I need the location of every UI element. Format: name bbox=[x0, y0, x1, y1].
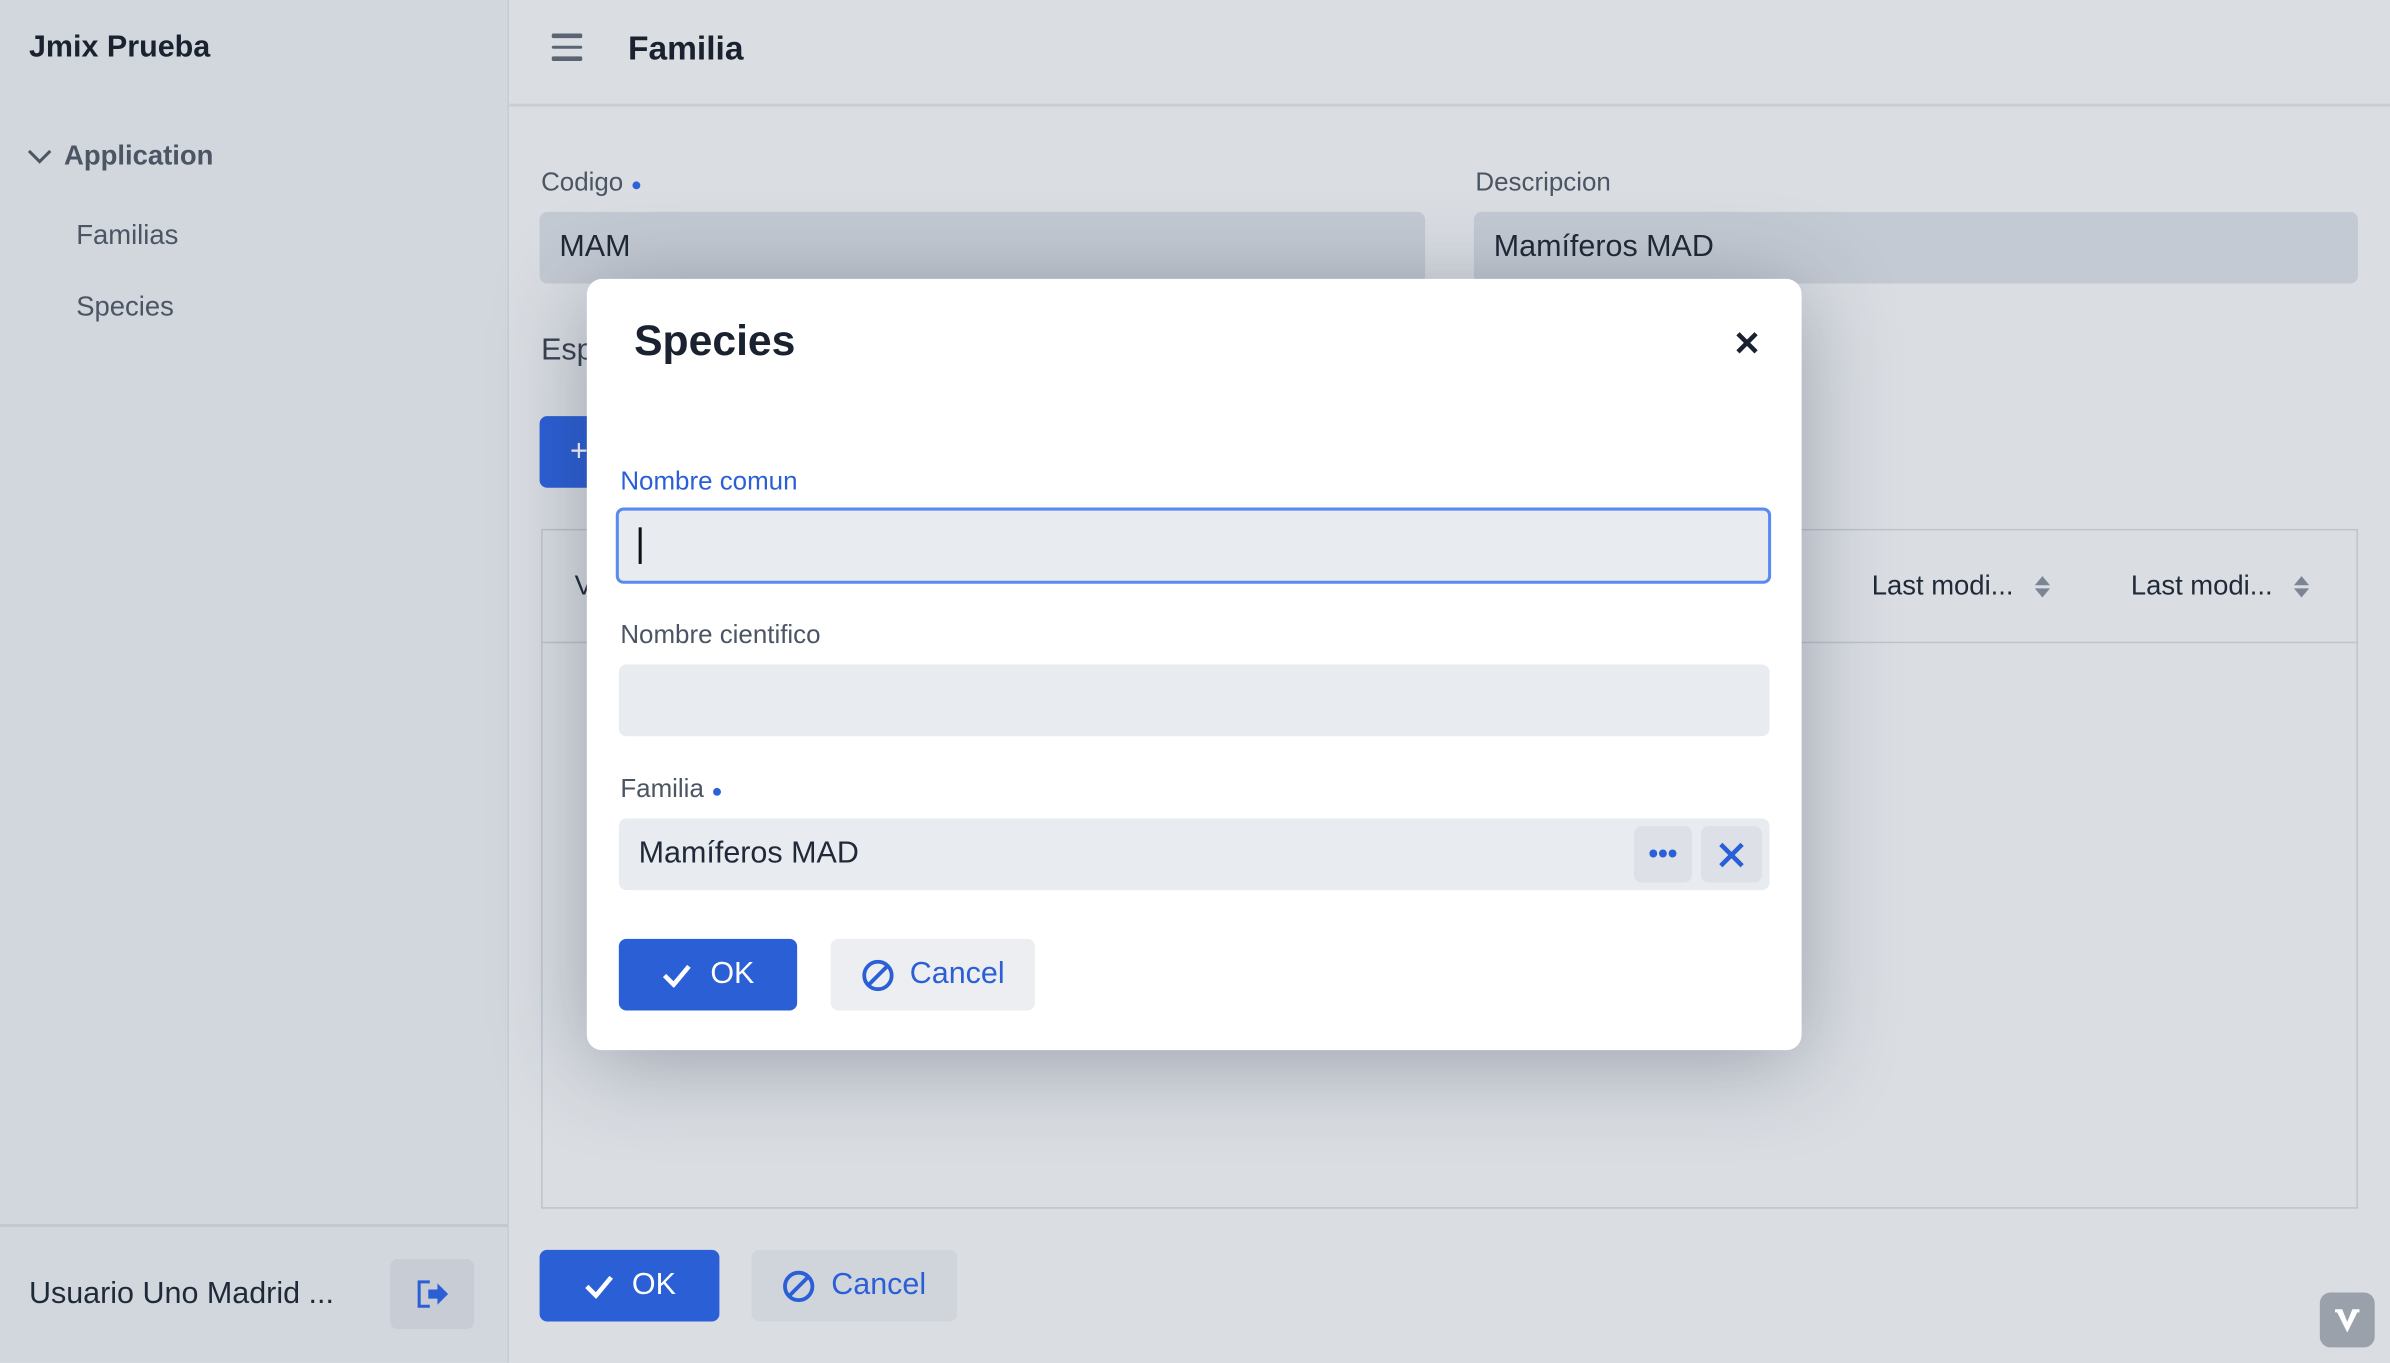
column-label: Last modi... bbox=[1871, 570, 2014, 601]
codigo-field[interactable]: MAM bbox=[539, 211, 1426, 284]
cancel-label: Cancel bbox=[831, 1268, 927, 1302]
nombre-cientifico-input[interactable] bbox=[618, 664, 1770, 737]
column-label: Last modi... bbox=[2130, 570, 2273, 601]
sidebar-item-familias[interactable]: Familias bbox=[76, 219, 178, 251]
nombre-comun-input[interactable] bbox=[615, 507, 1772, 584]
cancel-label: Cancel bbox=[909, 957, 1005, 991]
checkmark-icon bbox=[663, 964, 691, 987]
ban-icon bbox=[783, 1270, 815, 1302]
menu-toggle-icon[interactable] bbox=[551, 33, 583, 68]
text-cursor bbox=[638, 527, 641, 564]
divider bbox=[0, 1223, 508, 1227]
sort-icon[interactable] bbox=[2293, 575, 2310, 597]
column-header-last-modified-2[interactable]: Last modi... bbox=[2130, 570, 2310, 602]
familia-picker[interactable]: Mamíferos MAD ••• bbox=[618, 818, 1770, 891]
ban-icon bbox=[862, 959, 894, 991]
codigo-label-text: Codigo bbox=[541, 167, 624, 197]
descripcion-label: Descripcion bbox=[1475, 167, 1611, 197]
ok-label: OK bbox=[710, 957, 755, 991]
page-title: Familia bbox=[627, 28, 744, 68]
user-name: Usuario Uno Madrid ... bbox=[28, 1277, 334, 1311]
descripcion-field[interactable]: Mamíferos MAD bbox=[1473, 211, 2358, 284]
familia-value: Mamíferos MAD bbox=[638, 836, 859, 871]
ok-label: OK bbox=[631, 1268, 676, 1302]
codigo-label: Codigo ● bbox=[541, 168, 642, 198]
species-dialog: Species ✕ Nombre comun Nombre cientifico… bbox=[586, 278, 1802, 1051]
more-options-icon[interactable]: ••• bbox=[1633, 826, 1692, 883]
nombre-comun-label: Nombre comun bbox=[620, 466, 798, 496]
cancel-button[interactable]: Cancel bbox=[751, 1249, 958, 1322]
close-icon[interactable]: ✕ bbox=[1733, 325, 1761, 365]
dialog-cancel-button[interactable]: Cancel bbox=[830, 938, 1035, 1011]
sidebar-item-species[interactable]: Species bbox=[76, 291, 174, 323]
sidebar: Jmix Prueba Application Familias Species… bbox=[0, 0, 510, 1363]
dialog-title: Species bbox=[634, 317, 796, 365]
header: Familia bbox=[509, 0, 2390, 107]
checkmark-icon bbox=[584, 1275, 613, 1298]
sort-icon[interactable] bbox=[2034, 575, 2051, 597]
logout-button[interactable] bbox=[390, 1258, 475, 1330]
required-indicator: ● bbox=[630, 173, 642, 195]
nav-group-label: Application bbox=[64, 140, 214, 171]
nav-group-application[interactable]: Application bbox=[27, 140, 213, 172]
section-label: Esp bbox=[541, 333, 594, 368]
familia-label-text: Familia bbox=[620, 774, 704, 804]
nombre-cientifico-label: Nombre cientifico bbox=[620, 620, 821, 650]
required-indicator: ● bbox=[711, 779, 723, 801]
chevron-down-icon bbox=[27, 149, 52, 163]
clear-icon[interactable] bbox=[1701, 826, 1762, 883]
dialog-ok-button[interactable]: OK bbox=[618, 938, 798, 1011]
column-header-last-modified-1[interactable]: Last modi... bbox=[1871, 570, 2051, 602]
ok-button[interactable]: OK bbox=[539, 1249, 720, 1322]
logout-icon bbox=[416, 1280, 448, 1308]
familia-label: Familia ● bbox=[620, 774, 722, 804]
app-title: Jmix Prueba bbox=[28, 30, 211, 65]
vaadin-dev-tools-icon[interactable] bbox=[2319, 1292, 2375, 1348]
